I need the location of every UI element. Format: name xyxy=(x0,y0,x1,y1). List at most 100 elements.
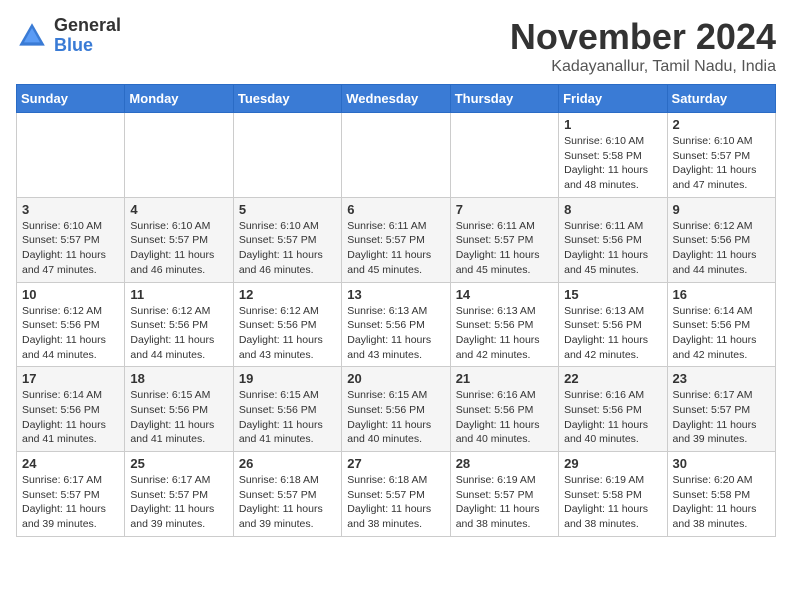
day-cell: 30 Sunrise: 6:20 AM Sunset: 5:58 PM Dayli… xyxy=(667,452,775,537)
calendar-body: 1 Sunrise: 6:10 AM Sunset: 5:58 PM Daylig… xyxy=(17,113,776,537)
day-cell: 16 Sunrise: 6:14 AM Sunset: 5:56 PM Dayli… xyxy=(667,282,775,367)
day-cell: 7Sunrise: 6:11 AM Sunset: 5:57 PM Daylig… xyxy=(450,197,558,282)
day-cell: 1 Sunrise: 6:10 AM Sunset: 5:58 PM Daylig… xyxy=(559,113,667,198)
day-info: Sunrise: 6:17 AM Sunset: 5:57 PM Dayligh… xyxy=(22,473,119,532)
day-info: Sunrise: 6:11 AM Sunset: 5:56 PM Dayligh… xyxy=(564,219,661,278)
day-cell: 10Sunrise: 6:12 AM Sunset: 5:56 PM Dayli… xyxy=(17,282,125,367)
day-info: Sunrise: 6:13 AM Sunset: 5:56 PM Dayligh… xyxy=(347,304,444,363)
day-cell xyxy=(17,113,125,198)
header-cell-sunday: Sunday xyxy=(17,85,125,113)
day-info: Sunrise: 6:10 AM Sunset: 5:57 PM Dayligh… xyxy=(239,219,336,278)
main-title: November 2024 xyxy=(510,16,776,58)
day-cell: 27 Sunrise: 6:18 AM Sunset: 5:57 PM Dayli… xyxy=(342,452,450,537)
day-cell: 19Sunrise: 6:15 AM Sunset: 5:56 PM Dayli… xyxy=(233,367,341,452)
day-cell: 11 Sunrise: 6:12 AM Sunset: 5:56 PM Dayli… xyxy=(125,282,233,367)
day-info: Sunrise: 6:11 AM Sunset: 5:57 PM Dayligh… xyxy=(347,219,444,278)
day-info: Sunrise: 6:10 AM Sunset: 5:57 PM Dayligh… xyxy=(673,134,770,193)
day-info: Sunrise: 6:15 AM Sunset: 5:56 PM Dayligh… xyxy=(347,388,444,447)
day-number: 30 xyxy=(673,456,770,471)
day-cell: 28 Sunrise: 6:19 AM Sunset: 5:57 PM Dayli… xyxy=(450,452,558,537)
day-info: Sunrise: 6:19 AM Sunset: 5:57 PM Dayligh… xyxy=(456,473,553,532)
day-cell: 2 Sunrise: 6:10 AM Sunset: 5:57 PM Daylig… xyxy=(667,113,775,198)
day-number: 21 xyxy=(456,371,553,386)
day-info: Sunrise: 6:17 AM Sunset: 5:57 PM Dayligh… xyxy=(673,388,770,447)
day-info: Sunrise: 6:20 AM Sunset: 5:58 PM Dayligh… xyxy=(673,473,770,532)
day-number: 15 xyxy=(564,287,661,302)
day-cell: 12 Sunrise: 6:12 AM Sunset: 5:56 PM Dayli… xyxy=(233,282,341,367)
week-row-4: 17 Sunrise: 6:14 AM Sunset: 5:56 PM Dayli… xyxy=(17,367,776,452)
day-cell: 29Sunrise: 6:19 AM Sunset: 5:58 PM Dayli… xyxy=(559,452,667,537)
day-cell: 8 Sunrise: 6:11 AM Sunset: 5:56 PM Daylig… xyxy=(559,197,667,282)
day-cell xyxy=(233,113,341,198)
day-info: Sunrise: 6:18 AM Sunset: 5:57 PM Dayligh… xyxy=(347,473,444,532)
day-cell: 22 Sunrise: 6:16 AM Sunset: 5:56 PM Dayli… xyxy=(559,367,667,452)
calendar-header: SundayMondayTuesdayWednesdayThursdayFrid… xyxy=(17,85,776,113)
day-number: 8 xyxy=(564,202,661,217)
day-cell: 21 Sunrise: 6:16 AM Sunset: 5:56 PM Dayli… xyxy=(450,367,558,452)
header-cell-thursday: Thursday xyxy=(450,85,558,113)
header-cell-monday: Monday xyxy=(125,85,233,113)
day-info: Sunrise: 6:17 AM Sunset: 5:57 PM Dayligh… xyxy=(130,473,227,532)
day-cell: 9 Sunrise: 6:12 AM Sunset: 5:56 PM Daylig… xyxy=(667,197,775,282)
day-number: 4 xyxy=(130,202,227,217)
day-info: Sunrise: 6:14 AM Sunset: 5:56 PM Dayligh… xyxy=(22,388,119,447)
day-cell: 24 Sunrise: 6:17 AM Sunset: 5:57 PM Dayli… xyxy=(17,452,125,537)
day-info: Sunrise: 6:15 AM Sunset: 5:56 PM Dayligh… xyxy=(239,388,336,447)
logo: General Blue xyxy=(16,16,121,56)
day-info: Sunrise: 6:12 AM Sunset: 5:56 PM Dayligh… xyxy=(239,304,336,363)
day-info: Sunrise: 6:19 AM Sunset: 5:58 PM Dayligh… xyxy=(564,473,661,532)
day-cell: 26Sunrise: 6:18 AM Sunset: 5:57 PM Dayli… xyxy=(233,452,341,537)
day-number: 1 xyxy=(564,117,661,132)
day-number: 25 xyxy=(130,456,227,471)
title-block: November 2024 Kadayanallur, Tamil Nadu, … xyxy=(510,16,776,76)
day-cell: 6 Sunrise: 6:11 AM Sunset: 5:57 PM Daylig… xyxy=(342,197,450,282)
day-info: Sunrise: 6:14 AM Sunset: 5:56 PM Dayligh… xyxy=(673,304,770,363)
day-cell: 14Sunrise: 6:13 AM Sunset: 5:56 PM Dayli… xyxy=(450,282,558,367)
day-info: Sunrise: 6:13 AM Sunset: 5:56 PM Dayligh… xyxy=(564,304,661,363)
logo-icon xyxy=(16,20,48,52)
day-number: 9 xyxy=(673,202,770,217)
day-cell: 4Sunrise: 6:10 AM Sunset: 5:57 PM Daylig… xyxy=(125,197,233,282)
week-row-3: 10Sunrise: 6:12 AM Sunset: 5:56 PM Dayli… xyxy=(17,282,776,367)
day-number: 12 xyxy=(239,287,336,302)
day-cell: 5 Sunrise: 6:10 AM Sunset: 5:57 PM Daylig… xyxy=(233,197,341,282)
day-number: 5 xyxy=(239,202,336,217)
day-number: 22 xyxy=(564,371,661,386)
day-number: 2 xyxy=(673,117,770,132)
day-number: 24 xyxy=(22,456,119,471)
logo-general: General xyxy=(54,16,121,36)
day-cell: 17 Sunrise: 6:14 AM Sunset: 5:56 PM Dayli… xyxy=(17,367,125,452)
header-cell-tuesday: Tuesday xyxy=(233,85,341,113)
day-number: 27 xyxy=(347,456,444,471)
day-cell: 3Sunrise: 6:10 AM Sunset: 5:57 PM Daylig… xyxy=(17,197,125,282)
day-info: Sunrise: 6:16 AM Sunset: 5:56 PM Dayligh… xyxy=(564,388,661,447)
day-cell: 18Sunrise: 6:15 AM Sunset: 5:56 PM Dayli… xyxy=(125,367,233,452)
day-info: Sunrise: 6:12 AM Sunset: 5:56 PM Dayligh… xyxy=(130,304,227,363)
header-cell-wednesday: Wednesday xyxy=(342,85,450,113)
day-number: 16 xyxy=(673,287,770,302)
header-row: SundayMondayTuesdayWednesdayThursdayFrid… xyxy=(17,85,776,113)
subtitle: Kadayanallur, Tamil Nadu, India xyxy=(510,58,776,76)
day-info: Sunrise: 6:11 AM Sunset: 5:57 PM Dayligh… xyxy=(456,219,553,278)
day-number: 17 xyxy=(22,371,119,386)
day-number: 26 xyxy=(239,456,336,471)
day-number: 11 xyxy=(130,287,227,302)
day-number: 28 xyxy=(456,456,553,471)
day-info: Sunrise: 6:15 AM Sunset: 5:56 PM Dayligh… xyxy=(130,388,227,447)
day-cell xyxy=(450,113,558,198)
day-info: Sunrise: 6:10 AM Sunset: 5:58 PM Dayligh… xyxy=(564,134,661,193)
week-row-2: 3Sunrise: 6:10 AM Sunset: 5:57 PM Daylig… xyxy=(17,197,776,282)
logo-blue: Blue xyxy=(54,36,121,56)
day-number: 6 xyxy=(347,202,444,217)
day-cell: 25 Sunrise: 6:17 AM Sunset: 5:57 PM Dayli… xyxy=(125,452,233,537)
header-cell-friday: Friday xyxy=(559,85,667,113)
header-cell-saturday: Saturday xyxy=(667,85,775,113)
day-cell: 15 Sunrise: 6:13 AM Sunset: 5:56 PM Dayli… xyxy=(559,282,667,367)
day-info: Sunrise: 6:12 AM Sunset: 5:56 PM Dayligh… xyxy=(22,304,119,363)
day-info: Sunrise: 6:16 AM Sunset: 5:56 PM Dayligh… xyxy=(456,388,553,447)
calendar-table: SundayMondayTuesdayWednesdayThursdayFrid… xyxy=(16,84,776,537)
day-number: 13 xyxy=(347,287,444,302)
day-number: 14 xyxy=(456,287,553,302)
day-cell: 23Sunrise: 6:17 AM Sunset: 5:57 PM Dayli… xyxy=(667,367,775,452)
day-info: Sunrise: 6:12 AM Sunset: 5:56 PM Dayligh… xyxy=(673,219,770,278)
